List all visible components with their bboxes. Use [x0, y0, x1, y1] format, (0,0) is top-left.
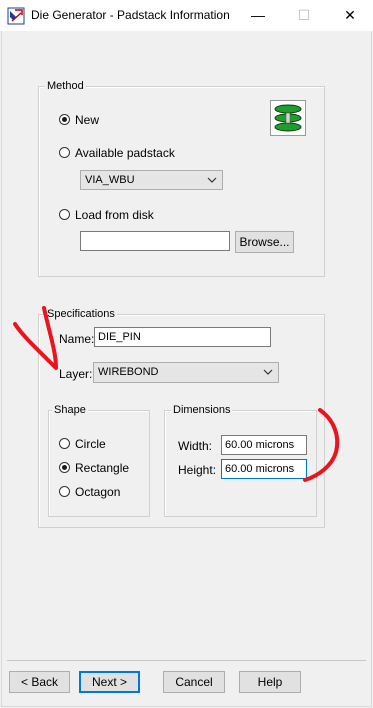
bracket-annotation [303, 408, 340, 482]
annotation-overlay [13, 306, 340, 482]
checkmark-annotation [13, 306, 58, 370]
